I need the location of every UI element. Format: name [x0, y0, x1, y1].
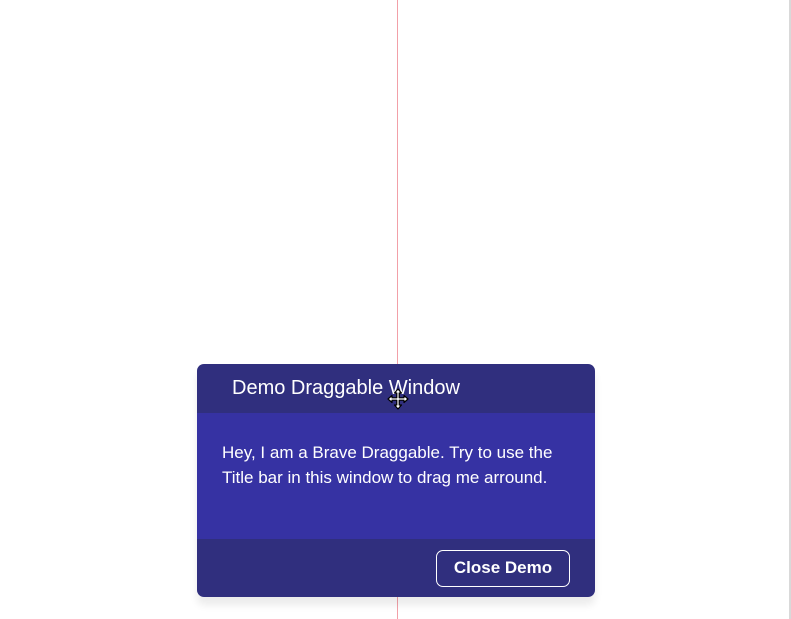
window-body-text: Hey, I am a Brave Draggable. Try to use … — [222, 443, 553, 487]
window-content: Hey, I am a Brave Draggable. Try to use … — [197, 413, 595, 539]
draggable-window[interactable]: Demo Draggable Window Hey, I am a Brave … — [197, 364, 595, 597]
window-footer: Close Demo — [197, 539, 595, 597]
close-demo-button[interactable]: Close Demo — [436, 549, 570, 587]
window-titlebar[interactable]: Demo Draggable Window — [197, 364, 595, 413]
window-title: Demo Draggable Window — [232, 377, 460, 399]
